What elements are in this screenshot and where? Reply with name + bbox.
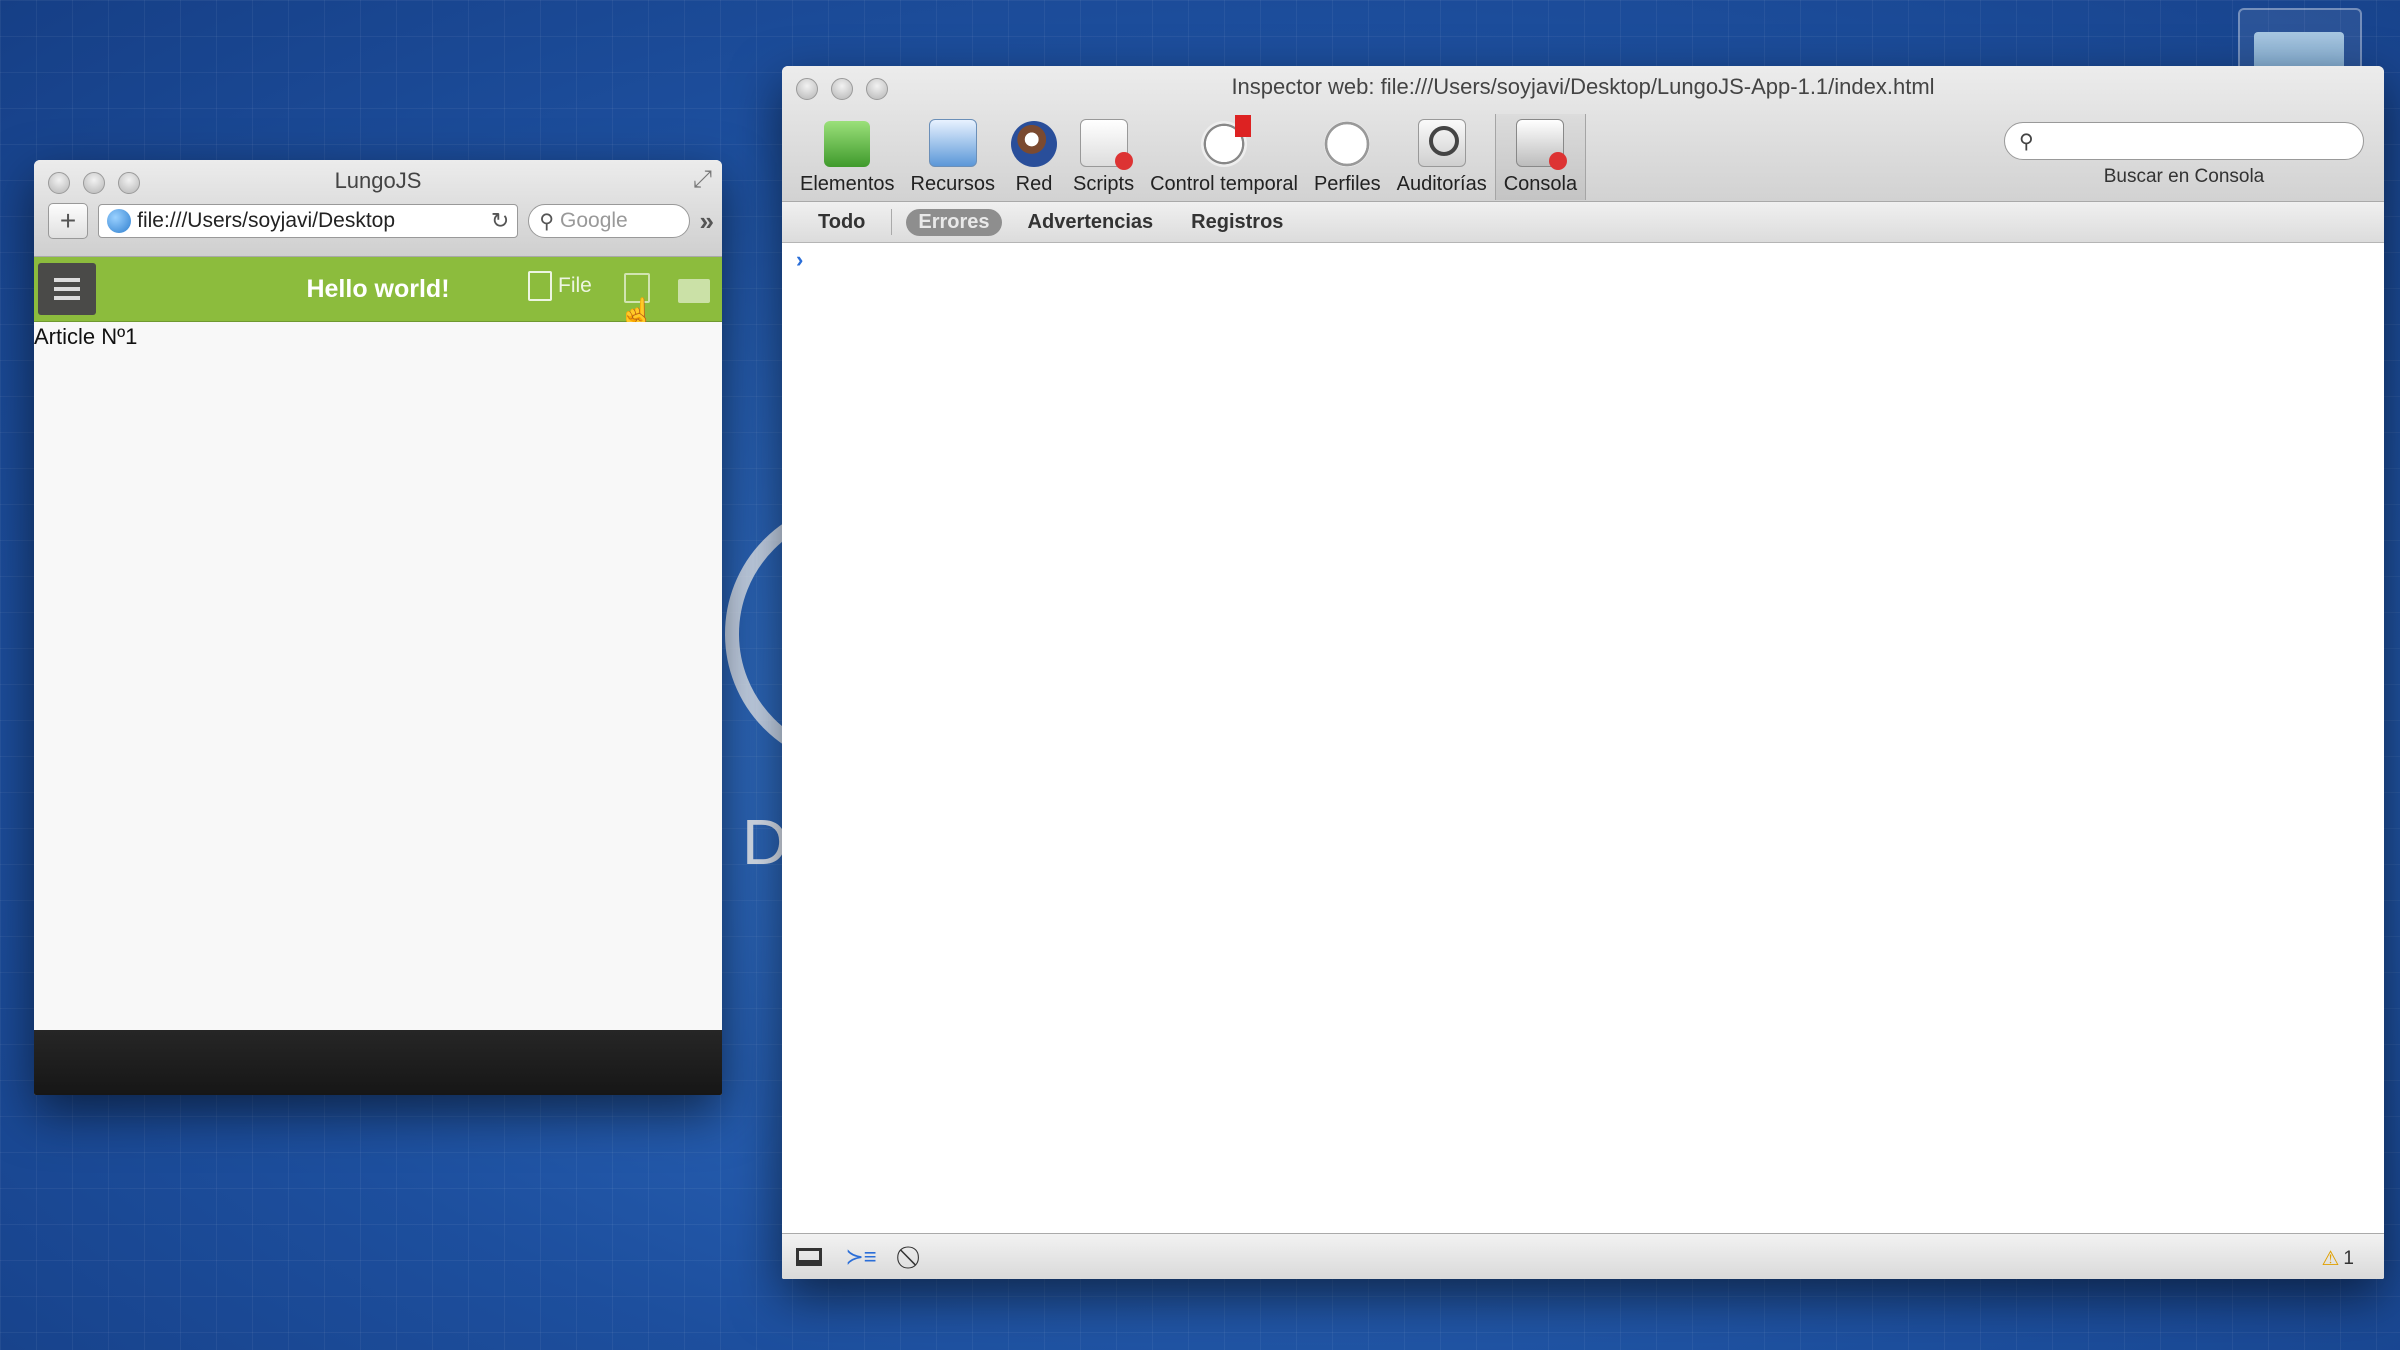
filter-errores[interactable]: Errores <box>906 208 1002 236</box>
tool-label: Red <box>1015 173 1053 195</box>
console-filter-bar: Todo Errores Advertencias Registros <box>782 202 2384 243</box>
search-icon: ⚲ <box>539 210 555 233</box>
search-icon: ⚲ <box>2019 130 2034 153</box>
file-button[interactable]: File <box>528 271 592 301</box>
search-input[interactable]: ⚲ Google <box>528 204 690 238</box>
console-prompt-toggle-icon: ≻≡ <box>845 1244 877 1269</box>
tool-label: Perfiles <box>1313 173 1381 195</box>
audits-icon <box>1417 119 1466 167</box>
tool-label: Recursos <box>910 173 995 195</box>
overflow-chevron-icon[interactable]: » <box>700 206 714 237</box>
console-search-input[interactable]: ⚲ <box>2004 122 2364 160</box>
console-prompt-icon: › <box>796 247 804 272</box>
add-bookmark-button[interactable]: + <box>48 203 89 239</box>
warning-counter[interactable]: ⚠ 1 <box>2321 1246 2354 1271</box>
console-icon <box>1516 119 1568 170</box>
profiles-icon <box>1324 121 1371 167</box>
inspector-toolbar: Elementos Recursos Red Scripts Control t… <box>792 114 1587 200</box>
warning-count: 1 <box>2343 1247 2354 1269</box>
inspector-titlebar[interactable]: Inspector web: file:///Users/soyjavi/Des… <box>782 66 2384 202</box>
tool-label: Consola <box>1503 173 1578 195</box>
desktop-folder-icon[interactable] <box>2238 8 2362 72</box>
address-bar[interactable]: file:///Users/soyjavi/Desktop ↻ <box>98 204 519 238</box>
file-icon <box>528 271 552 301</box>
article-title: Article Nº1 <box>34 324 138 349</box>
resources-icon <box>928 119 977 167</box>
tool-consola[interactable]: Consola <box>1494 114 1587 200</box>
search-label: Buscar en Consola <box>2103 166 2265 187</box>
tool-auditorias[interactable]: Auditorías <box>1389 114 1495 200</box>
dock-icon <box>796 1248 822 1266</box>
browser-titlebar[interactable]: LungoJS ⤢ + file:///Users/soyjavi/Deskto… <box>34 160 722 257</box>
file-label: File <box>558 274 592 297</box>
window-title: LungoJS <box>334 168 422 193</box>
tool-red[interactable]: Red <box>1003 114 1065 200</box>
clear-console-button[interactable]: ⃠ <box>898 1244 928 1270</box>
filter-registros[interactable]: Registros <box>1179 209 1295 236</box>
console-toggle-button[interactable]: ≻≡ <box>845 1244 877 1270</box>
app-footer <box>34 1030 722 1095</box>
inspector-statusbar: ≻≡ ⃠ ⚠ 1 <box>782 1233 2384 1279</box>
console-output[interactable]: › <box>782 243 2384 1233</box>
url-text: file:///Users/soyjavi/Desktop <box>137 209 396 232</box>
browser-toolbar: + file:///Users/soyjavi/Desktop ↻ ⚲ Goog… <box>48 202 714 240</box>
globe-icon <box>107 209 132 233</box>
tool-label: Scripts <box>1072 173 1135 195</box>
folder-icon[interactable] <box>678 279 710 303</box>
fullscreen-icon[interactable]: ⤢ <box>693 166 712 194</box>
tool-perfiles[interactable]: Perfiles <box>1306 114 1389 200</box>
tool-scripts[interactable]: Scripts <box>1065 114 1142 200</box>
tool-elementos[interactable]: Elementos <box>792 114 903 200</box>
filter-divider <box>891 209 893 235</box>
web-inspector-window: Inspector web: file:///Users/soyjavi/Des… <box>782 66 2384 1279</box>
scripts-icon <box>1079 119 1133 170</box>
timeline-icon <box>1201 115 1252 167</box>
lungo-app-header: Hello world! File ☝ <box>34 257 722 331</box>
tool-label: Auditorías <box>1396 173 1487 195</box>
search-placeholder: Google <box>560 209 628 232</box>
network-icon <box>1010 121 1057 167</box>
tool-label: Elementos <box>800 173 895 195</box>
tool-recursos[interactable]: Recursos <box>903 114 1003 200</box>
browser-window: LungoJS ⤢ + file:///Users/soyjavi/Deskto… <box>34 160 722 1095</box>
warning-icon: ⚠ <box>2321 1248 2340 1270</box>
elements-icon <box>824 121 871 167</box>
filter-todo[interactable]: Todo <box>806 209 877 236</box>
tool-control-temporal[interactable]: Control temporal <box>1142 114 1306 200</box>
filter-advertencias[interactable]: Advertencias <box>1016 209 1166 236</box>
tool-label: Control temporal <box>1150 173 1298 195</box>
window-title: Inspector web: file:///Users/soyjavi/Des… <box>1231 74 1935 99</box>
reload-icon[interactable]: ↻ <box>491 208 509 234</box>
app-content: Article Nº1 <box>34 322 722 1030</box>
dock-toggle-button[interactable] <box>794 1244 824 1270</box>
